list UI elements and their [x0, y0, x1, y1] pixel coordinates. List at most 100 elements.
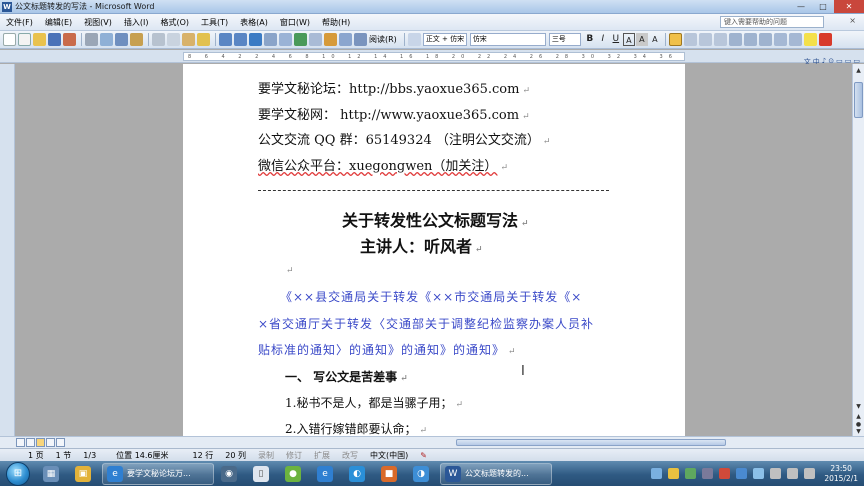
- next-page-icon[interactable]: ▼: [854, 427, 863, 436]
- normal-view-icon[interactable]: [16, 438, 25, 447]
- tray-wifi-icon[interactable]: [787, 468, 799, 479]
- columns-icon[interactable]: [309, 33, 322, 46]
- menu-window[interactable]: 窗口(W): [274, 17, 316, 28]
- taskbar-app-explorer[interactable]: ▦: [38, 463, 68, 485]
- line-spacing-icon[interactable]: [728, 33, 742, 46]
- tray-flag-icon[interactable]: [753, 468, 765, 479]
- vertical-scrollbar[interactable]: ▲ ▼ ▲ ● ▼: [852, 64, 864, 436]
- align-right-icon[interactable]: [698, 33, 712, 46]
- document-map-icon[interactable]: [339, 33, 352, 46]
- taskbar-app-ie[interactable]: e: [312, 463, 342, 485]
- menu-view[interactable]: 视图(V): [78, 17, 118, 28]
- cut-icon[interactable]: [152, 33, 165, 46]
- bold-button[interactable]: B: [584, 33, 596, 46]
- taskbar-app-word[interactable]: W 公文标题转发的...: [440, 462, 552, 485]
- save-icon[interactable]: [48, 33, 61, 46]
- taskbar-app-game[interactable]: ◉: [216, 463, 246, 485]
- underline-button[interactable]: U: [610, 33, 622, 46]
- tray-network-icon[interactable]: [651, 468, 663, 479]
- tray-security-icon[interactable]: [685, 468, 697, 479]
- menu-file[interactable]: 文件(F): [0, 17, 39, 28]
- research-icon[interactable]: [130, 33, 143, 46]
- horizontal-scroll-thumb[interactable]: [456, 439, 726, 446]
- undo-icon[interactable]: [219, 33, 232, 46]
- redo-icon[interactable]: [234, 33, 247, 46]
- vertical-scroll-thumb[interactable]: [854, 82, 863, 118]
- font-select[interactable]: 仿宋: [469, 33, 546, 46]
- bullets-icon[interactable]: [758, 33, 772, 46]
- tray-volume-icon[interactable]: [804, 468, 816, 479]
- align-justify-icon[interactable]: [668, 33, 682, 46]
- menu-format[interactable]: 格式(O): [154, 17, 195, 28]
- maximize-button[interactable]: □: [812, 0, 834, 13]
- menu-insert[interactable]: 插入(I): [118, 17, 155, 28]
- reading-mode-button[interactable]: 阅读(R): [369, 34, 397, 45]
- spelling-status-icon[interactable]: ✎: [414, 451, 433, 460]
- minimize-button[interactable]: —: [790, 0, 812, 13]
- web-view-icon[interactable]: [26, 438, 35, 447]
- distributed-icon[interactable]: [713, 33, 727, 46]
- taskbar-app-document[interactable]: ▯: [248, 463, 278, 485]
- format-painter-icon[interactable]: [197, 33, 210, 46]
- tray-update-icon[interactable]: [736, 468, 748, 479]
- print-preview-icon[interactable]: [100, 33, 113, 46]
- tray-antivirus-icon[interactable]: [719, 468, 731, 479]
- menu-table[interactable]: 表格(A): [234, 17, 274, 28]
- taskbar-app-office[interactable]: ■: [376, 463, 406, 485]
- horizontal-scrollbar[interactable]: [0, 436, 864, 448]
- vertical-ruler[interactable]: [0, 64, 15, 436]
- horizontal-ruler[interactable]: 8 6 4 2 2 4 6 8 10 12 14 16 18 20 22 24 …: [0, 50, 864, 63]
- font-size-select[interactable]: 三号: [548, 33, 581, 46]
- style-select[interactable]: 正文 + 仿宋: [422, 33, 467, 46]
- align-center-icon[interactable]: [683, 33, 697, 46]
- taskbar-app-player[interactable]: ◑: [408, 463, 438, 485]
- insert-table-icon[interactable]: [279, 33, 292, 46]
- paste-icon[interactable]: [182, 33, 195, 46]
- hyperlink-icon[interactable]: [249, 33, 262, 46]
- status-extend[interactable]: 扩展: [308, 450, 336, 461]
- styles-pane-icon[interactable]: [407, 33, 421, 46]
- close-document-icon[interactable]: ×: [849, 16, 856, 25]
- menu-edit[interactable]: 编辑(E): [39, 17, 78, 28]
- scroll-up-icon[interactable]: ▲: [854, 66, 863, 75]
- document-page[interactable]: 要学文秘论坛：http://bbs.yaoxue365.com ↵ 要学文秘网： …: [183, 64, 685, 436]
- new-document-icon[interactable]: [18, 33, 31, 46]
- menu-help[interactable]: 帮助(H): [316, 17, 356, 28]
- decrease-indent-icon[interactable]: [773, 33, 787, 46]
- tray-display-icon[interactable]: [770, 468, 782, 479]
- tray-app-icon[interactable]: [702, 468, 714, 479]
- highlight-icon[interactable]: [803, 33, 817, 46]
- print-icon[interactable]: [85, 33, 98, 46]
- help-search-input[interactable]: 键入需要帮助的问题: [720, 16, 824, 28]
- spelling-icon[interactable]: [115, 33, 128, 46]
- open-folder-icon[interactable]: [33, 33, 46, 46]
- clock[interactable]: 23:50 2015/2/1: [824, 464, 858, 484]
- close-button[interactable]: ✕: [834, 0, 864, 13]
- char-border-button[interactable]: A: [622, 33, 635, 46]
- tray-warning-icon[interactable]: [668, 468, 680, 479]
- char-scale-button[interactable]: A: [649, 33, 661, 46]
- taskbar-app-browser[interactable]: e 要学文秘论坛万...: [102, 462, 214, 485]
- taskbar-app-wechat[interactable]: ●: [280, 463, 310, 485]
- status-overtype[interactable]: 改写: [336, 450, 364, 461]
- insert-excel-icon[interactable]: [294, 33, 307, 46]
- taskbar-app-media[interactable]: ◐: [344, 463, 374, 485]
- status-track-changes[interactable]: 修订: [280, 450, 308, 461]
- scroll-down-icon[interactable]: ▼: [854, 402, 863, 411]
- char-shading-button[interactable]: A: [635, 33, 648, 46]
- font-color-icon[interactable]: [818, 33, 832, 46]
- start-button[interactable]: ⊞: [6, 461, 30, 486]
- numbering-icon[interactable]: [743, 33, 757, 46]
- increase-indent-icon[interactable]: [788, 33, 802, 46]
- print-view-icon[interactable]: [36, 438, 45, 447]
- italic-button[interactable]: I: [597, 33, 609, 46]
- permission-icon[interactable]: [63, 33, 76, 46]
- menu-tools[interactable]: 工具(T): [195, 17, 234, 28]
- drawing-icon[interactable]: [324, 33, 337, 46]
- status-record[interactable]: 录制: [252, 450, 280, 461]
- outline-view-icon[interactable]: [46, 438, 55, 447]
- taskbar-app-folder[interactable]: ▣: [70, 463, 100, 485]
- reading-view-icon[interactable]: [56, 438, 65, 447]
- copy-icon[interactable]: [167, 33, 180, 46]
- show-hide-icon[interactable]: [354, 33, 367, 46]
